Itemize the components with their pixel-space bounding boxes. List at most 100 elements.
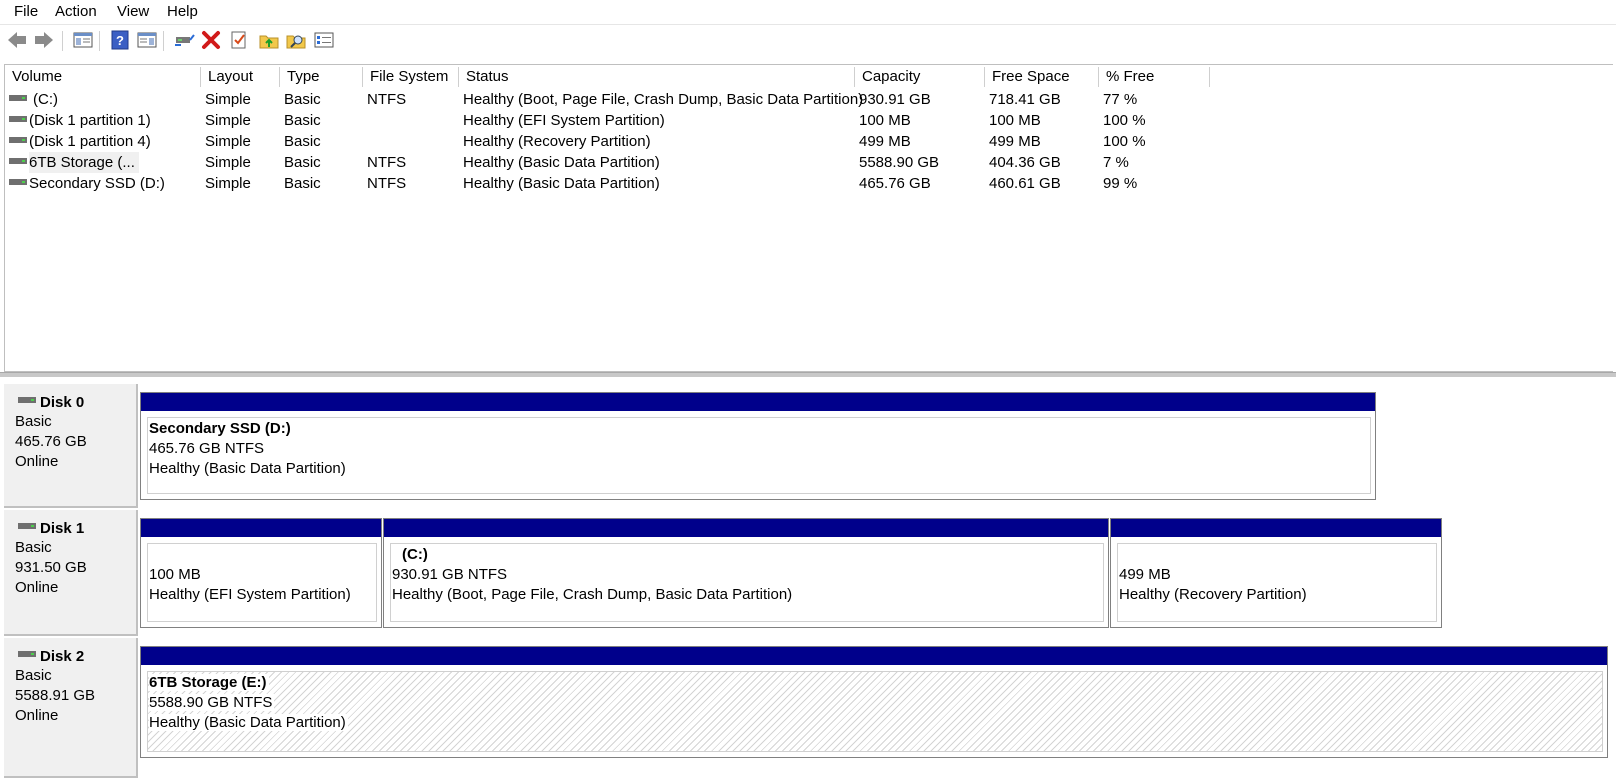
partition-c-drive[interactable]: (C:) 930.91 GB NTFS Healthy (Boot, Page … <box>383 518 1109 628</box>
volume-percent-free: 77 % <box>1103 91 1138 108</box>
volume-layout: Simple <box>205 175 251 192</box>
drive-icon <box>9 137 27 143</box>
disk-2-label[interactable]: Disk 2 Basic 5588.91 GB Online <box>4 638 138 778</box>
list-settings-icon[interactable] <box>313 29 335 51</box>
partition-size: 100 MB <box>149 566 203 583</box>
folder-search-icon[interactable] <box>285 29 307 51</box>
disk-size: 931.50 GB <box>15 559 87 576</box>
partition-bar <box>1111 519 1441 537</box>
table-row[interactable]: (C:) Simple Basic NTFS Healthy (Boot, Pa… <box>5 89 1245 110</box>
toolbar-separator <box>62 31 63 51</box>
volume-type: Basic <box>284 154 321 171</box>
volume-layout: Simple <box>205 112 251 129</box>
toolbar-separator <box>99 31 100 51</box>
partition-bar <box>141 393 1375 411</box>
partition-6tb-storage[interactable]: 6TB Storage (E:) 5588.90 GB NTFS Healthy… <box>140 646 1608 758</box>
drive-icon <box>9 179 27 185</box>
menu-view[interactable]: View <box>117 3 149 20</box>
table-row[interactable]: Secondary SSD (D:) Simple Basic NTFS Hea… <box>5 173 1245 194</box>
disk-state: Online <box>15 579 59 596</box>
volume-free-space: 100 MB <box>989 112 1041 129</box>
volume-percent-free: 100 % <box>1103 112 1146 129</box>
folder-up-icon[interactable] <box>258 29 280 51</box>
partition-size: 930.91 GB NTFS <box>392 566 510 583</box>
volume-layout: Simple <box>205 91 251 108</box>
volume-percent-free: 7 % <box>1103 154 1129 171</box>
toolbar: ? <box>0 24 1616 57</box>
disk-type: Basic <box>15 539 52 556</box>
partition-secondary-ssd[interactable]: Secondary SSD (D:) 465.76 GB NTFS Health… <box>140 392 1376 500</box>
volume-percent-free: 99 % <box>1103 175 1138 192</box>
volume-status: Healthy (Basic Data Partition) <box>463 154 660 171</box>
volume-file-system: NTFS <box>367 175 407 192</box>
svg-text:?: ? <box>116 33 124 48</box>
volume-file-system: NTFS <box>367 154 407 171</box>
menu-file[interactable]: File <box>14 3 38 20</box>
disk-size: 5588.91 GB <box>15 687 96 704</box>
partition-status: Healthy (EFI System Partition) <box>149 586 353 603</box>
partition-bar <box>384 519 1108 537</box>
column-header-volume[interactable]: Volume <box>5 67 201 87</box>
pane-splitter[interactable] <box>0 372 1616 377</box>
volume-type: Basic <box>284 175 321 192</box>
disk-state: Online <box>15 707 59 724</box>
disk-type: Basic <box>15 667 52 684</box>
properties-pane-icon[interactable] <box>136 29 158 51</box>
volume-layout: Simple <box>205 133 251 150</box>
volume-percent-free: 100 % <box>1103 133 1146 150</box>
column-header-file-system[interactable]: File System <box>363 67 459 87</box>
partition-title: 6TB Storage (E:) <box>149 674 269 691</box>
partition-recovery[interactable]: 499 MB Healthy (Recovery Partition) <box>1110 518 1442 628</box>
partition-status: Healthy (Boot, Page File, Crash Dump, Ba… <box>392 586 795 603</box>
partition-title: (C:) <box>402 546 430 563</box>
table-row[interactable]: 6TB Storage (... Simple Basic NTFS Healt… <box>5 152 1245 173</box>
volume-type: Basic <box>284 112 321 129</box>
show-hide-console-tree-icon[interactable] <box>72 29 94 51</box>
disk-1-label[interactable]: Disk 1 Basic 931.50 GB Online <box>4 510 138 636</box>
disk-graphical-view: Disk 0 Basic 465.76 GB Online Secondary … <box>0 378 1616 778</box>
disk-name: Disk 2 <box>40 648 85 665</box>
disk-state: Online <box>15 453 59 470</box>
table-row[interactable]: (Disk 1 partition 1) Simple Basic Health… <box>5 110 1245 131</box>
partition-size: 465.76 GB NTFS <box>149 440 267 457</box>
volume-capacity: 100 MB <box>859 112 911 129</box>
disk-icon <box>18 523 36 529</box>
menu-action[interactable]: Action <box>55 3 97 20</box>
volume-free-space: 460.61 GB <box>989 175 1061 192</box>
volume-file-system: NTFS <box>367 91 407 108</box>
disk-name: Disk 0 <box>40 394 85 411</box>
volume-free-space: 499 MB <box>989 133 1041 150</box>
partition-title: Secondary SSD (D:) <box>149 420 293 437</box>
column-header-type[interactable]: Type <box>280 67 363 87</box>
column-header-capacity[interactable]: Capacity <box>855 67 985 87</box>
partition-bar <box>141 647 1607 665</box>
volume-name: (Disk 1 partition 4) <box>29 133 151 150</box>
volume-status: Healthy (Boot, Page File, Crash Dump, Ba… <box>463 91 864 108</box>
disk-icon <box>18 397 36 403</box>
volume-capacity: 5588.90 GB <box>859 154 940 171</box>
table-row[interactable]: (Disk 1 partition 4) Simple Basic Health… <box>5 131 1245 152</box>
volume-capacity: 930.91 GB <box>859 91 931 108</box>
disk-0-label[interactable]: Disk 0 Basic 465.76 GB Online <box>4 384 138 508</box>
column-header-status[interactable]: Status <box>459 67 855 87</box>
drive-icon <box>9 158 27 164</box>
menu-bar: File Action View Help <box>0 0 1616 24</box>
help-icon[interactable]: ? <box>109 29 131 51</box>
back-arrow-icon[interactable] <box>6 29 28 51</box>
checklist-icon[interactable] <box>228 29 250 51</box>
volume-name: Secondary SSD (D:) <box>29 175 165 192</box>
partition-efi[interactable]: 100 MB Healthy (EFI System Partition) <box>140 518 382 628</box>
column-header-layout[interactable]: Layout <box>201 67 280 87</box>
disk-icon <box>18 651 36 657</box>
forward-arrow-icon[interactable] <box>33 29 55 51</box>
volume-capacity: 465.76 GB <box>859 175 931 192</box>
delete-icon[interactable] <box>200 29 222 51</box>
column-header-percent-free[interactable]: % Free <box>1099 67 1210 87</box>
connect-drive-icon[interactable] <box>173 29 195 51</box>
menu-help[interactable]: Help <box>167 3 198 20</box>
drive-icon <box>9 116 27 122</box>
volume-free-space: 718.41 GB <box>989 91 1061 108</box>
column-header-free-space[interactable]: Free Space <box>985 67 1099 87</box>
partition-size: 5588.90 GB NTFS <box>149 694 275 711</box>
partition-body <box>147 417 1371 494</box>
